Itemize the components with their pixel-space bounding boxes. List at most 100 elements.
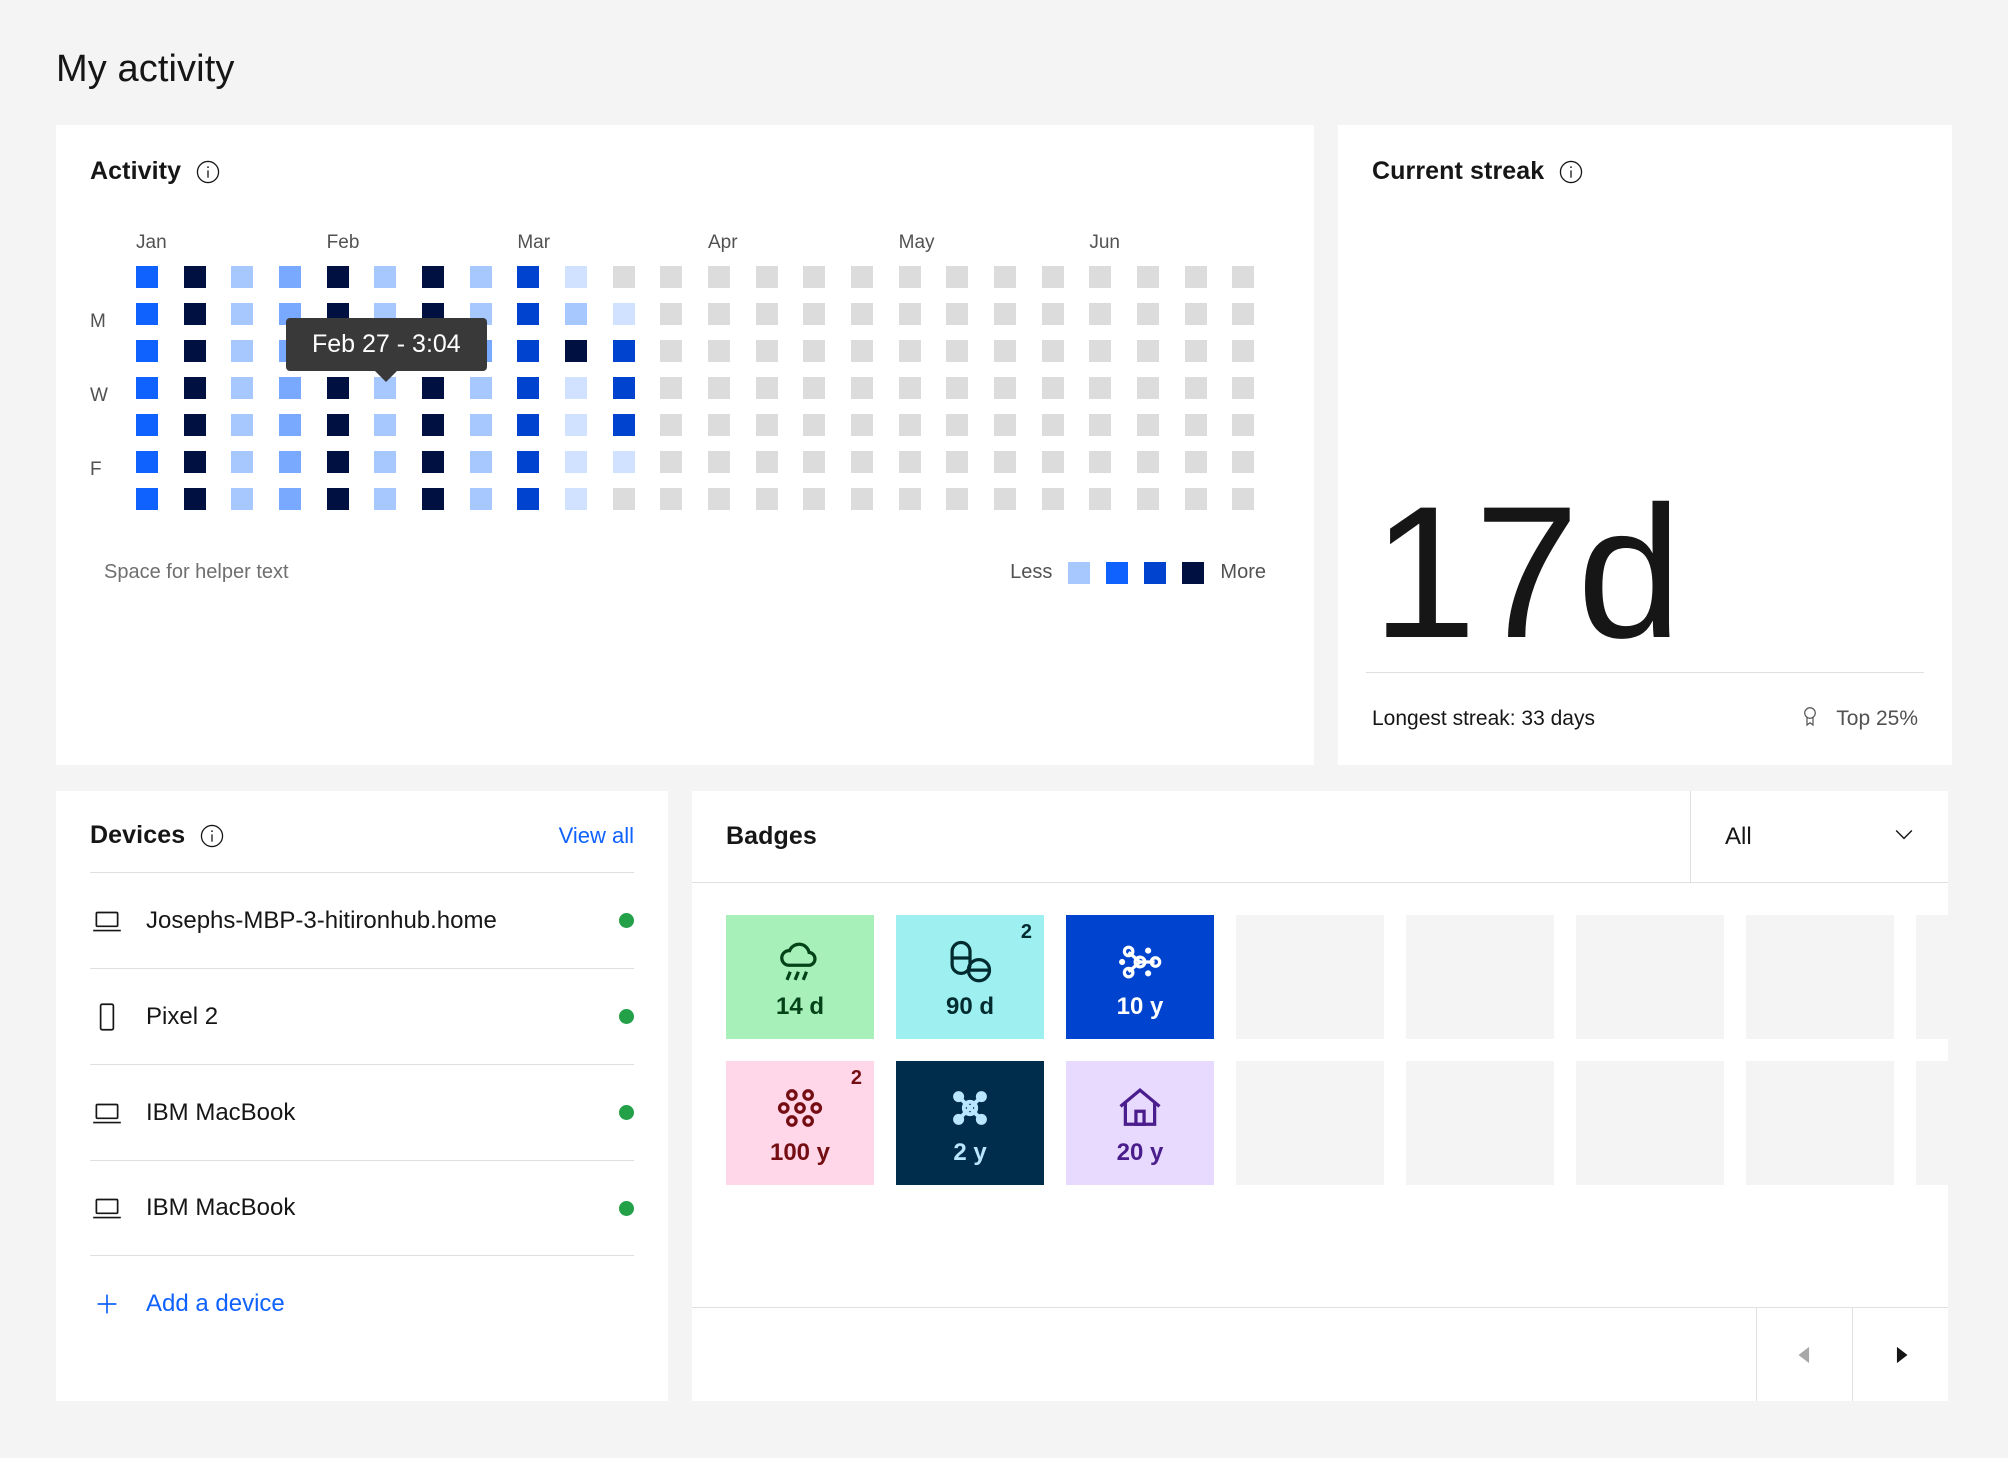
heatmap-cell[interactable] [946,414,969,436]
heatmap-cell[interactable] [994,266,1016,288]
heatmap-cell[interactable] [231,266,254,288]
heatmap-cell[interactable] [612,488,635,510]
heatmap-cell[interactable] [660,377,683,399]
heatmap-cell[interactable] [517,340,540,362]
heatmap-cell[interactable] [136,451,158,473]
heatmap-cell[interactable] [1137,414,1159,436]
heatmap-cell[interactable] [660,340,683,362]
heatmap-cell[interactable] [946,451,969,473]
heatmap-cell[interactable] [1184,488,1207,510]
heatmap-cell[interactable] [374,488,397,510]
heatmap-cell[interactable] [803,377,826,399]
heatmap-cell[interactable] [517,451,540,473]
heatmap-cell[interactable] [183,266,206,288]
heatmap-cell[interactable] [1041,266,1064,288]
heatmap-cell[interactable] [851,414,873,436]
heatmap-cell[interactable] [612,340,635,362]
heatmap-cell[interactable] [1089,451,1112,473]
heatmap-cell[interactable] [660,451,683,473]
heatmap-cell[interactable] [422,451,444,473]
add-device-button[interactable]: Add a device [90,1256,634,1352]
heatmap-cell[interactable] [231,414,254,436]
heatmap-cell[interactable] [517,414,540,436]
heatmap-cell[interactable] [136,377,158,399]
heatmap-cell[interactable] [994,414,1016,436]
heatmap-cell[interactable] [994,377,1016,399]
heatmap-cell[interactable] [1089,377,1112,399]
heatmap-cell[interactable] [994,303,1016,325]
heatmap-cell[interactable] [183,377,206,399]
heatmap-cell[interactable] [183,451,206,473]
heatmap-cell[interactable] [851,451,873,473]
heatmap-cell[interactable] [469,414,492,436]
badge-tile[interactable]: 2 90 d [896,915,1044,1039]
heatmap-cell[interactable] [946,377,969,399]
next-page-button[interactable] [1852,1308,1948,1401]
heatmap-cell[interactable] [1232,377,1255,399]
heatmap-cell[interactable] [803,488,826,510]
heatmap-cell[interactable] [1184,377,1207,399]
heatmap-cell[interactable] [326,377,349,399]
heatmap-cell[interactable] [898,451,921,473]
heatmap-cell[interactable] [708,266,730,288]
heatmap-cell[interactable] [898,340,921,362]
heatmap-cell[interactable] [803,340,826,362]
heatmap-cell[interactable] [1089,266,1112,288]
heatmap-cell[interactable] [994,488,1016,510]
heatmap-cell[interactable] [612,266,635,288]
heatmap-cell[interactable] [898,488,921,510]
heatmap-cell[interactable] [851,488,873,510]
heatmap-cell[interactable] [326,488,349,510]
heatmap-cell[interactable] [231,377,254,399]
heatmap-cell[interactable] [898,414,921,436]
heatmap-cell[interactable] [1089,488,1112,510]
heatmap-cell[interactable] [183,303,206,325]
heatmap-cell[interactable] [1232,303,1255,325]
heatmap-cell[interactable] [994,340,1016,362]
heatmap-cell[interactable] [1089,414,1112,436]
heatmap-cell[interactable] [1137,451,1159,473]
heatmap-cell[interactable] [1041,451,1064,473]
heatmap-cell[interactable] [612,414,635,436]
heatmap-cell[interactable] [803,266,826,288]
heatmap-cell[interactable] [851,266,873,288]
heatmap-cell[interactable] [1232,451,1255,473]
heatmap-cell[interactable] [660,303,683,325]
heatmap-cell[interactable] [1184,451,1207,473]
view-all-link[interactable]: View all [559,823,634,849]
device-row[interactable]: Pixel 2 [90,968,634,1064]
heatmap-cell[interactable] [374,414,397,436]
heatmap-cell[interactable] [1137,266,1159,288]
heatmap-cell[interactable] [708,488,730,510]
heatmap-cell[interactable] [851,340,873,362]
heatmap-cell[interactable] [183,488,206,510]
heatmap-cell[interactable] [898,377,921,399]
heatmap-cell[interactable] [755,414,778,436]
badge-tile[interactable]: 20 y [1066,1061,1214,1185]
heatmap-cell[interactable] [803,414,826,436]
device-row[interactable]: IBM MacBook [90,1064,634,1160]
heatmap-cell[interactable] [708,414,730,436]
heatmap-cell[interactable] [469,266,492,288]
heatmap-cell[interactable] [1232,488,1255,510]
heatmap-cell[interactable] [231,303,254,325]
badge-tile[interactable]: 2 100 y [726,1061,874,1185]
heatmap-cell[interactable] [1089,340,1112,362]
heatmap-cell[interactable] [803,303,826,325]
heatmap-cell[interactable] [1137,303,1159,325]
heatmap-cell[interactable] [136,488,158,510]
heatmap-cell[interactable] [279,414,301,436]
heatmap-cell[interactable] [898,266,921,288]
heatmap-cell[interactable] [755,266,778,288]
heatmap-cell[interactable] [231,451,254,473]
heatmap-cell[interactable] [1184,414,1207,436]
info-icon[interactable] [195,159,221,185]
heatmap-cell[interactable] [1137,377,1159,399]
heatmap-cell[interactable] [1041,303,1064,325]
heatmap-cell[interactable] [565,377,587,399]
info-icon[interactable] [1558,159,1584,185]
heatmap-cell[interactable] [1137,488,1159,510]
heatmap-cell[interactable] [469,451,492,473]
heatmap-cell[interactable] [517,377,540,399]
heatmap-cell[interactable] [1089,303,1112,325]
